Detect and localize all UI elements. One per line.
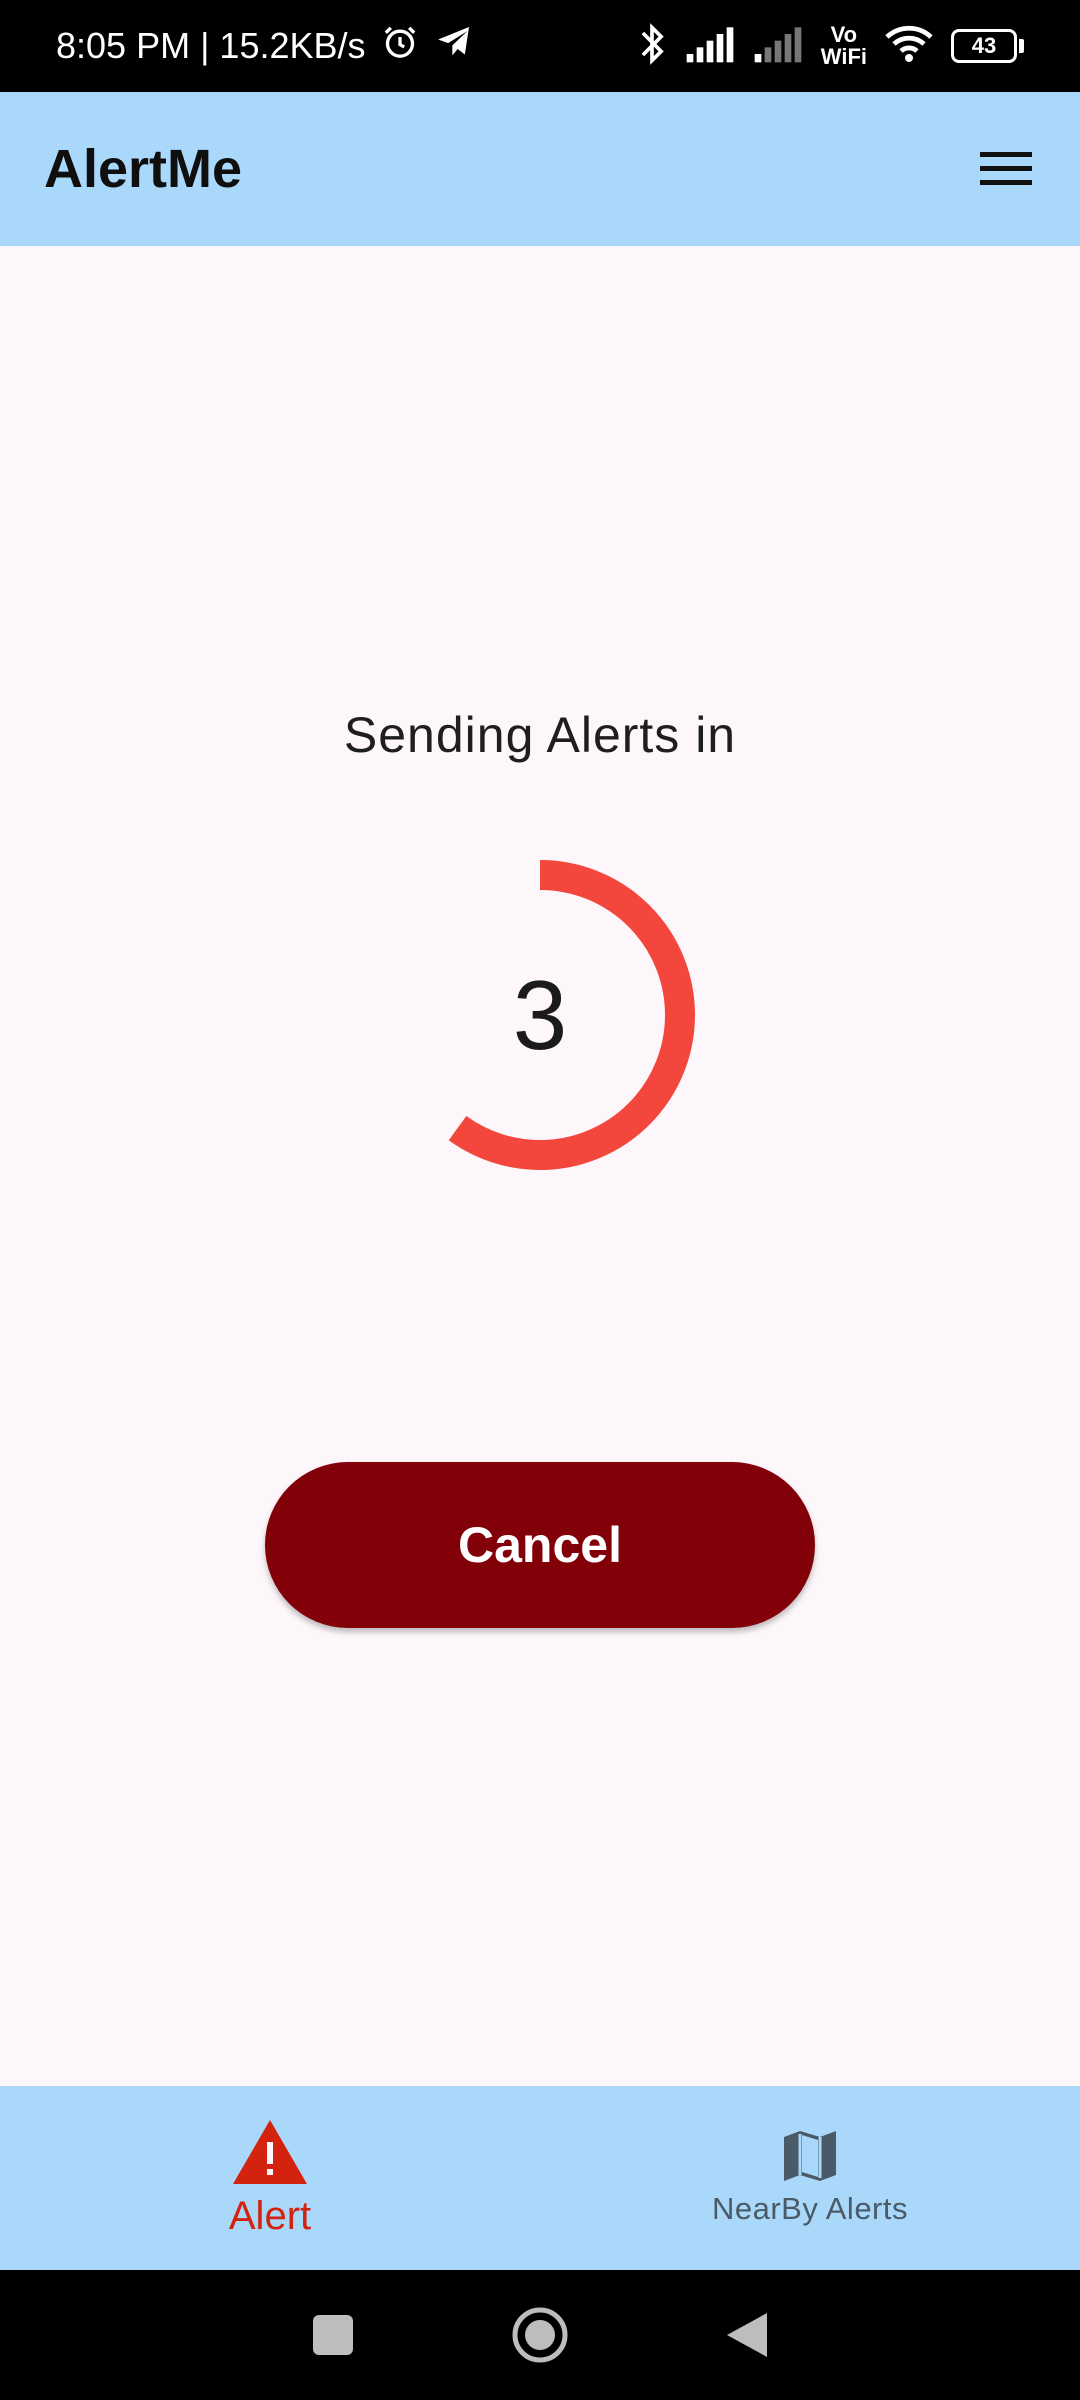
status-time-speed: 8:05 PM | 15.2KB/s	[56, 25, 366, 66]
recents-button[interactable]	[303, 2305, 363, 2365]
status-bar: 8:05 PM | 15.2KB/s Vo WiFi 43	[0, 0, 1080, 92]
vowifi-bottom-label: WiFi	[820, 44, 867, 69]
signal-icon	[685, 24, 735, 69]
app-title: AlertMe	[44, 139, 243, 199]
battery-icon: 43	[951, 29, 1024, 63]
battery-level: 43	[951, 29, 1017, 63]
countdown-indicator: 3	[385, 860, 695, 1170]
recents-square-icon	[313, 2315, 354, 2355]
alarm-icon	[380, 22, 420, 71]
app-bar: AlertMe	[0, 92, 1080, 246]
vowifi-icon: Vo WiFi	[821, 24, 867, 68]
back-button[interactable]	[717, 2305, 777, 2365]
main-content: Sending Alerts in 3 Cancel	[0, 246, 1080, 2086]
vowifi-top-label: Vo	[830, 22, 858, 47]
status-right: Vo WiFi 43	[637, 22, 1024, 71]
nav-label-nearby-alerts: NearBy Alerts	[711, 2191, 908, 2226]
bluetooth-icon	[637, 22, 667, 71]
home-button[interactable]	[510, 2305, 570, 2365]
telegram-icon	[434, 22, 474, 71]
signal-weak-icon	[753, 24, 803, 69]
nav-label-alert: Alert	[228, 2193, 312, 2238]
menu-button[interactable]	[976, 139, 1036, 199]
status-left: 8:05 PM | 15.2KB/s	[56, 22, 474, 71]
nav-item-nearby-alerts[interactable]: NearBy Alerts	[540, 2086, 1080, 2270]
back-triangle-icon	[726, 2313, 767, 2357]
warning-triangle-icon	[233, 2119, 307, 2184]
map-icon	[784, 2131, 836, 2181]
countdown-number: 3	[512, 959, 568, 1070]
bottom-navigation: Alert NearBy Alerts	[0, 2086, 1080, 2270]
wifi-icon	[885, 24, 933, 69]
home-circle-icon	[512, 2307, 568, 2363]
hamburger-menu-icon	[980, 152, 1032, 185]
nav-item-alert[interactable]: Alert	[0, 2086, 540, 2270]
system-navigation-bar	[0, 2270, 1080, 2400]
cancel-button[interactable]: Cancel	[265, 1462, 815, 1628]
sending-alerts-text: Sending Alerts in	[343, 707, 737, 763]
